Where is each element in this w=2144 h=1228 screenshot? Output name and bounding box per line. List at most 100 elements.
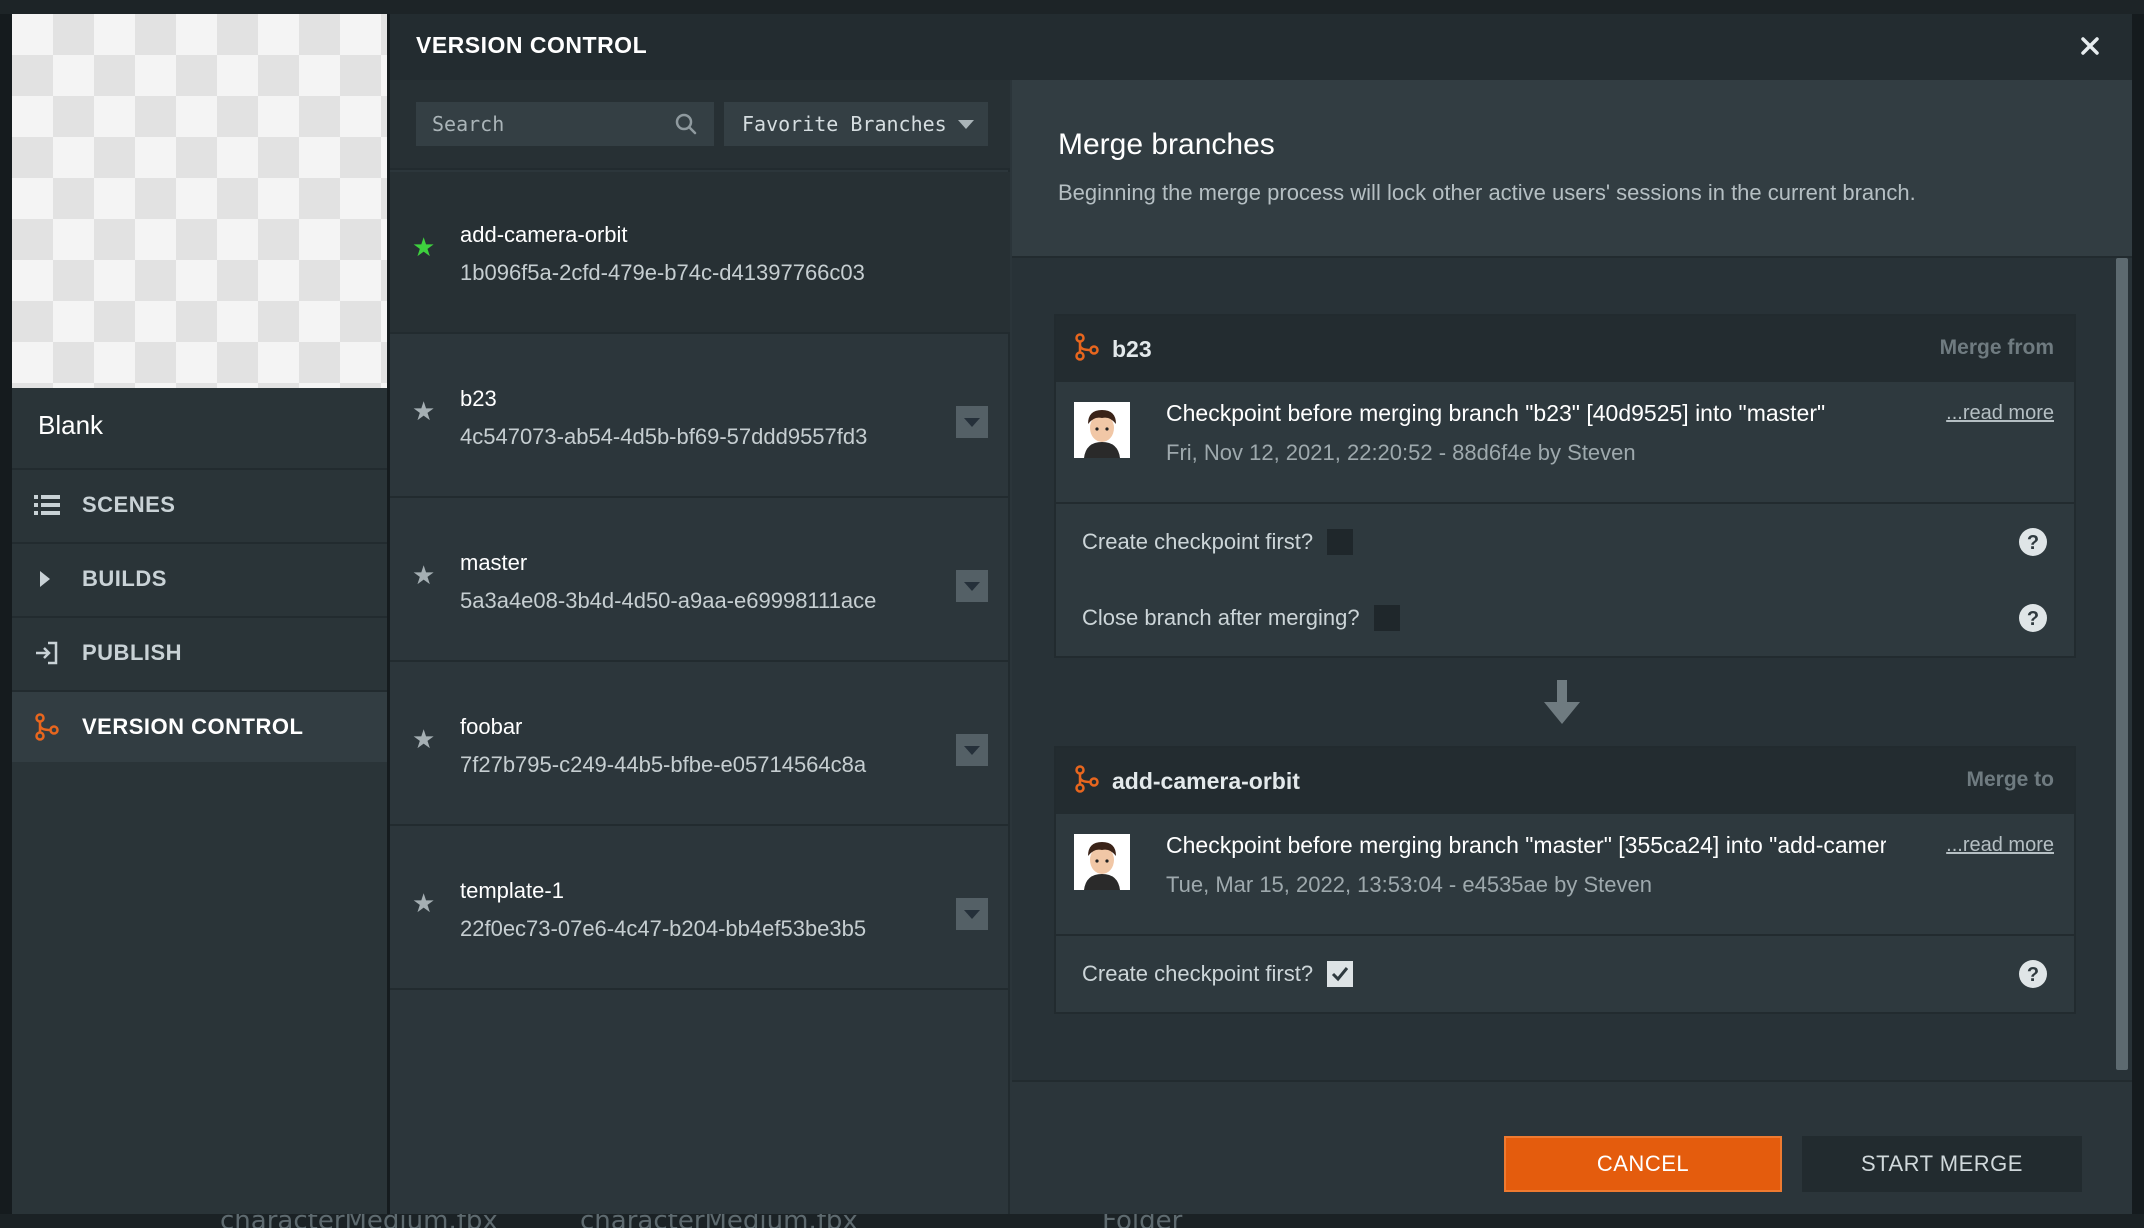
sidebar-item-scenes[interactable]: SCENES [12,468,387,540]
chevron-down-icon [964,745,980,755]
chevron-down-icon [964,909,980,919]
merge-body: b23 Merge from Checkpoint before merging… [1012,258,2132,1080]
search-icon[interactable] [674,112,698,136]
list-icon [34,494,82,516]
branch-id: 7f27b795-c249-44b5-bfbe-e05714564c8a [460,752,867,777]
background-top-bar [0,0,2144,14]
project-thumbnail[interactable] [12,14,387,388]
branch-id: 4c547073-ab54-4d5b-bf69-57ddd9557fd3 [460,424,868,449]
merge-title: Merge branches [1058,128,1275,161]
project-name: Blank [38,410,104,440]
branch-name: add-camera-orbit [460,222,628,247]
commit-meta: Fri, Nov 12, 2021, 22:20:52 - 88d6f4e by… [1166,440,1636,465]
commit-meta: Tue, Mar 15, 2022, 13:53:04 - e4535ae by… [1166,872,1652,897]
version-control-dialog: VERSION CONTROL Search Favorite Branches… [390,14,2132,1214]
commit-message: Checkpoint before merging branch "master… [1166,832,1886,858]
branch-icon [1074,332,1100,366]
star-icon[interactable]: ★ [412,888,435,919]
dialog-header: VERSION CONTROL [390,14,2132,80]
merge-from-header: b23 Merge from [1056,316,2074,382]
avatar [1074,834,1130,890]
merge-from-label: Merge from [1939,336,2054,359]
read-more-link[interactable]: ...read more [1946,834,2054,857]
svg-text:?: ? [2027,964,2039,986]
option-create-checkpoint: Create checkpoint first? ? [1056,504,2074,580]
branch-name: foobar [460,714,523,739]
svg-text:?: ? [2027,608,2039,630]
option-label: Create checkpoint first? [1082,529,1314,554]
cancel-button[interactable]: CANCEL [1504,1136,1782,1192]
merge-to-card: add-camera-orbit Merge to Checkpoint bef… [1054,746,2076,1014]
branch-filter-value: Favorite Branches [742,112,947,136]
merge-from-card: b23 Merge from Checkpoint before merging… [1054,314,2076,658]
publish-icon [34,641,82,665]
sidebar-item-label: BUILDS [82,566,167,591]
dialog-title: VERSION CONTROL [416,32,648,58]
dialog-footer: CANCEL START MERGE [1012,1080,2132,1214]
branch-menu-button[interactable] [956,406,988,438]
svg-text:?: ? [2027,532,2039,554]
help-icon[interactable]: ? [2018,603,2048,633]
merge-to-branch: add-camera-orbit [1112,767,1300,794]
sidebar-item-label: VERSION CONTROL [82,714,304,739]
branch-filter-dropdown[interactable]: Favorite Branches [724,102,988,146]
branch-item-master[interactable]: ★ master 5a3a4e08-3b4d-4d50-a9aa-e699981… [390,500,1010,662]
avatar [1074,402,1130,458]
close-icon[interactable] [2074,30,2106,62]
merge-header: Merge branches Beginning the merge proce… [1012,80,2132,258]
chevron-down-icon [964,417,980,427]
merge-from-branch: b23 [1112,335,1152,362]
option-create-checkpoint: Create checkpoint first? ? [1056,936,2074,1012]
branch-id: 1b096f5a-2cfd-479e-b74c-d41397766c03 [460,260,865,285]
star-icon[interactable]: ★ [412,724,435,755]
branch-name: b23 [460,386,497,411]
play-triangle-icon [34,568,82,590]
branch-id: 22f0ec73-07e6-4c47-b204-bb4ef53be3b5 [460,916,867,941]
branch-list-panel: Search Favorite Branches ★ add-camera-or… [390,80,1010,1214]
sidebar-item-builds[interactable]: BUILDS [12,542,387,614]
sidebar-item-label: PUBLISH [82,640,183,665]
merge-description: Beginning the merge process will lock ot… [1058,180,1916,205]
branch-name: master [460,550,528,575]
branch-icon [1074,764,1100,798]
commit-row: Checkpoint before merging branch "b23" [… [1056,382,2074,504]
merge-to-label: Merge to [1966,768,2054,791]
option-label: Close branch after merging? [1082,605,1360,630]
chevron-down-icon [958,120,974,129]
option-label: Create checkpoint first? [1082,961,1314,986]
sidebar-item-version-control[interactable]: VERSION CONTROL [12,690,387,762]
branch-item-b23[interactable]: ★ b23 4c547073-ab54-4d5b-bf69-57ddd9557f… [390,336,1010,498]
branch-menu-button[interactable] [956,898,988,930]
branch-item-template-1[interactable]: ★ template-1 22f0ec73-07e6-4c47-b204-bb4… [390,828,1010,990]
branch-name: template-1 [460,878,564,903]
branch-menu-button[interactable] [956,734,988,766]
close-branch-checkbox[interactable] [1373,605,1400,631]
sidebar-item-label: SCENES [82,492,176,517]
option-close-branch: Close branch after merging? ? [1056,580,2074,656]
branch-icon [34,713,82,741]
project-sidebar: Blank SCENES BUILDS PUBLISH VERSION CONT… [12,14,387,1214]
star-icon[interactable]: ★ [412,232,435,263]
help-icon[interactable]: ? [2018,959,2048,989]
checkmark-icon [1332,967,1349,982]
scrollbar[interactable] [2116,258,2128,1070]
star-icon[interactable]: ★ [412,396,435,427]
help-icon[interactable]: ? [2018,527,2048,557]
merge-to-header: add-camera-orbit Merge to [1056,748,2074,814]
branch-id: 5a3a4e08-3b4d-4d50-a9aa-e69998111ace [460,588,877,613]
sidebar-item-publish[interactable]: PUBLISH [12,616,387,688]
start-merge-button[interactable]: START MERGE [1802,1136,2082,1192]
search-input[interactable]: Search [416,102,714,146]
branch-menu-button[interactable] [956,570,988,602]
branch-item-add-camera-orbit[interactable]: ★ add-camera-orbit 1b096f5a-2cfd-479e-b7… [390,172,1010,334]
star-icon[interactable]: ★ [412,560,435,591]
commit-message: Checkpoint before merging branch "b23" [… [1166,400,1826,426]
chevron-down-icon [964,581,980,591]
commit-row: Checkpoint before merging branch "master… [1056,814,2074,936]
create-checkpoint-checkbox[interactable] [1327,529,1354,555]
arrow-down-icon [1544,680,1580,724]
branch-filter-bar: Search Favorite Branches [390,80,1010,170]
create-checkpoint-checkbox[interactable] [1327,961,1354,987]
branch-item-foobar[interactable]: ★ foobar 7f27b795-c249-44b5-bfbe-e057145… [390,664,1010,826]
read-more-link[interactable]: ...read more [1946,402,2054,425]
